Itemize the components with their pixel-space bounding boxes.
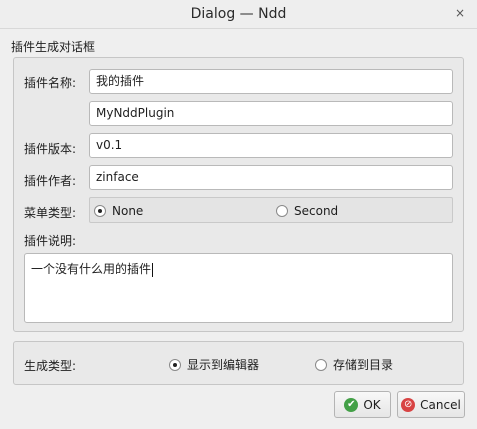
window-title: Dialog — Ndd bbox=[190, 6, 287, 22]
generate-dir-label: 存储到目录 bbox=[333, 358, 394, 372]
plugin-version-input[interactable]: v0.1 bbox=[89, 133, 453, 158]
title-bar: Dialog — Ndd × bbox=[0, 0, 477, 29]
radio-checked-icon bbox=[94, 205, 106, 217]
generate-editor-radio[interactable]: 显示到编辑器 bbox=[169, 356, 259, 373]
cancel-button-label: Cancel bbox=[420, 397, 461, 412]
menu-type-group: None Second bbox=[89, 197, 453, 223]
plugin-desc-textarea[interactable]: 一个没有什么用的插件 bbox=[24, 253, 453, 323]
radio-unchecked-icon bbox=[276, 205, 288, 217]
menu-type-second-label: Second bbox=[294, 204, 339, 218]
menu-type-second-radio[interactable]: Second bbox=[276, 204, 338, 218]
radio-unchecked-icon bbox=[315, 358, 327, 371]
cancel-button[interactable]: ⊘ Cancel bbox=[397, 391, 465, 418]
generate-dir-radio[interactable]: 存储到目录 bbox=[315, 356, 393, 373]
menu-type-label: 菜单类型: bbox=[24, 206, 77, 220]
menu-type-none-label: None bbox=[112, 204, 144, 218]
plugin-desc-text: 一个没有什么用的插件 bbox=[31, 262, 152, 276]
text-caret bbox=[152, 262, 154, 277]
plugin-author-label: 插件作者: bbox=[24, 174, 77, 188]
ok-check-icon: ✔ bbox=[344, 397, 359, 412]
plugin-name-input[interactable]: 我的插件 bbox=[89, 69, 453, 94]
plugin-desc-label: 插件说明: bbox=[24, 234, 77, 248]
plugin-version-label: 插件版本: bbox=[24, 142, 77, 156]
close-icon[interactable]: × bbox=[453, 6, 467, 20]
plugin-name-label: 插件名称: bbox=[24, 76, 77, 90]
ok-button-label: OK bbox=[363, 397, 381, 412]
generate-editor-label: 显示到编辑器 bbox=[187, 358, 260, 372]
plugin-class-input[interactable]: MyNddPlugin bbox=[89, 101, 453, 126]
menu-type-none-radio[interactable]: None bbox=[94, 204, 143, 218]
radio-checked-icon bbox=[169, 358, 181, 371]
plugin-author-input[interactable]: zinface bbox=[89, 165, 453, 190]
cancel-circle-icon: ⊘ bbox=[401, 397, 416, 412]
generate-type-label: 生成类型: bbox=[24, 359, 77, 373]
group-title: 插件生成对话框 bbox=[11, 40, 96, 54]
ok-button[interactable]: ✔ OK bbox=[334, 391, 391, 418]
